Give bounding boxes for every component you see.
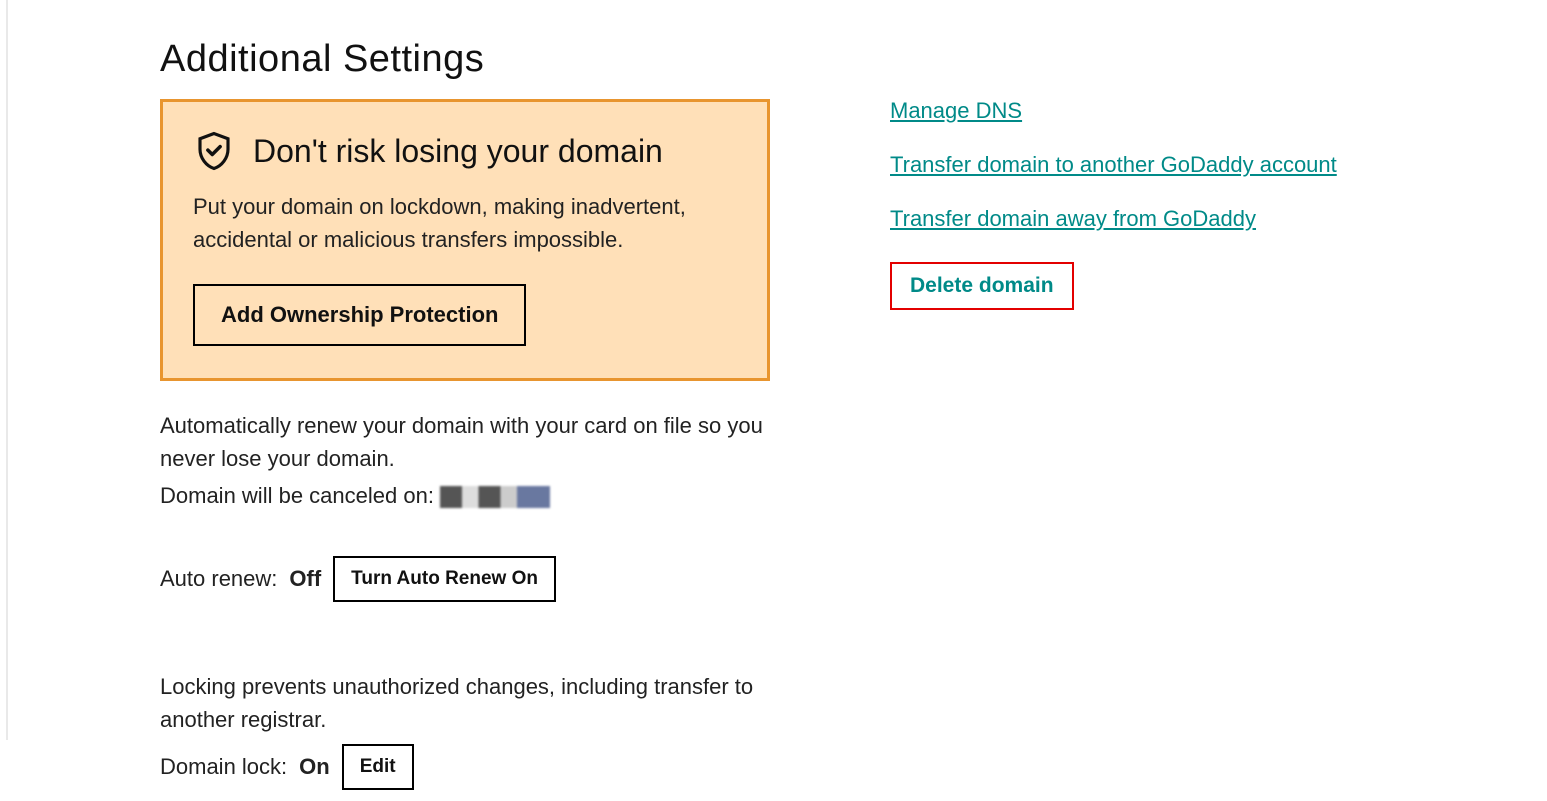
domain-lock-status-label: Domain lock: — [160, 754, 287, 780]
ownership-protection-card: Don't risk losing your domain Put your d… — [160, 99, 770, 381]
delete-domain-link[interactable]: Delete domain — [910, 274, 1054, 297]
autorenew-status-value: Off — [289, 566, 321, 592]
side-links: Manage DNS Transfer domain to another Go… — [890, 38, 1390, 790]
domain-lock-status-value: On — [299, 754, 330, 780]
turn-autorenew-on-button[interactable]: Turn Auto Renew On — [333, 556, 556, 602]
page-title: Additional Settings — [160, 38, 770, 81]
autorenew-section: Automatically renew your domain with you… — [160, 409, 770, 602]
warning-title: Don't risk losing your domain — [253, 133, 663, 170]
transfer-to-account-link[interactable]: Transfer domain to another GoDaddy accou… — [890, 152, 1337, 178]
delete-domain-highlight: Delete domain — [890, 262, 1074, 310]
add-ownership-protection-button[interactable]: Add Ownership Protection — [193, 284, 526, 346]
cancel-date-label: Domain will be canceled on: — [160, 483, 434, 508]
manage-dns-link[interactable]: Manage DNS — [890, 98, 1022, 124]
cancel-date-row: Domain will be canceled on: — [160, 479, 770, 512]
warning-description: Put your domain on lockdown, making inad… — [193, 190, 737, 256]
edit-domain-lock-button[interactable]: Edit — [342, 744, 414, 790]
domain-lock-description: Locking prevents unauthorized changes, i… — [160, 670, 770, 736]
autorenew-status-label: Auto renew: — [160, 566, 277, 592]
domain-lock-section: Locking prevents unauthorized changes, i… — [160, 670, 770, 790]
cancel-date-value-redacted — [440, 486, 550, 508]
shield-check-icon — [193, 130, 235, 172]
autorenew-description: Automatically renew your domain with you… — [160, 409, 770, 475]
transfer-away-link[interactable]: Transfer domain away from GoDaddy — [890, 206, 1256, 232]
left-edge-divider — [6, 0, 8, 740]
